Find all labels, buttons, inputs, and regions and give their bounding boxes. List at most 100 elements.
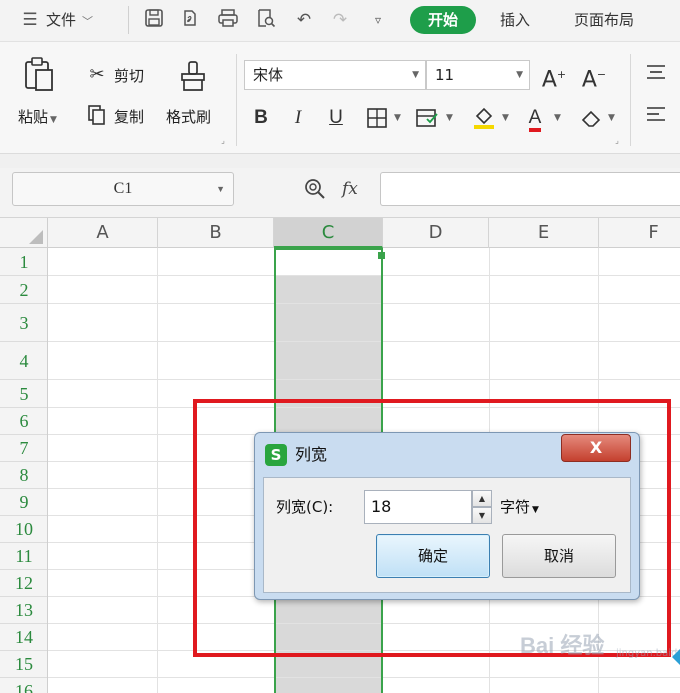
row-header[interactable]: 8	[0, 462, 47, 489]
row-header[interactable]: 2	[0, 276, 47, 304]
export-pdf-icon[interactable]	[178, 8, 202, 32]
paste-label: 粘贴	[18, 108, 49, 126]
underline-icon[interactable]: U	[324, 104, 348, 132]
ribbon-gap	[0, 154, 680, 168]
eraser-icon[interactable]	[578, 104, 604, 132]
copy-button[interactable]: 复制	[114, 106, 144, 127]
unit-value: 字符	[500, 498, 531, 516]
group-separator	[630, 54, 631, 146]
fill-color-icon[interactable]	[470, 104, 498, 132]
file-menu[interactable]: 文件 ﹀	[46, 8, 93, 32]
chevron-down-icon: ▼	[532, 505, 539, 515]
dialog-launcher-icon[interactable]: ⌟	[612, 136, 622, 146]
dialog-body: 列宽(C): 18 ▲ ▼ 字符 ▼ 确定 取消	[263, 477, 631, 593]
font-color-icon[interactable]: A	[522, 104, 548, 132]
column-width-label: 列宽(C):	[276, 498, 334, 516]
row-header[interactable]: 14	[0, 624, 47, 651]
zoom-icon[interactable]	[302, 176, 328, 202]
row-header[interactable]: 3	[0, 304, 47, 342]
row-header[interactable]: 16	[0, 678, 47, 693]
close-button[interactable]: X	[561, 434, 631, 462]
column-header-e[interactable]: E	[489, 218, 599, 248]
redo-icon[interactable]: ↷	[328, 8, 352, 32]
bold-icon[interactable]: B	[250, 104, 272, 132]
column-width-dialog: S 列宽 X 列宽(C): 18 ▲ ▼ 字符 ▼ 确定 取消	[254, 432, 640, 600]
chevron-down-icon: ▼	[516, 70, 523, 80]
cut-button[interactable]: 剪切	[114, 65, 144, 86]
decrease-font-size-icon[interactable]: A−	[580, 60, 608, 92]
fill-handle[interactable]	[378, 252, 385, 259]
align-top-icon[interactable]	[644, 64, 668, 84]
format-painter-button[interactable]: 格式刷	[166, 106, 211, 127]
chevron-down-icon[interactable]: ▼	[502, 104, 509, 132]
fx-icon[interactable]: fx	[342, 176, 370, 202]
row-header[interactable]: 12	[0, 570, 47, 597]
column-header-a[interactable]: A	[48, 218, 158, 248]
name-box[interactable]: C1 ▼	[12, 172, 234, 206]
font-size-value: 11	[435, 66, 455, 84]
customize-icon[interactable]: ▿	[366, 8, 390, 32]
row-header[interactable]: 1	[0, 248, 47, 276]
cancel-button[interactable]: 取消	[502, 534, 616, 578]
increase-font-size-icon[interactable]: A+	[540, 60, 568, 92]
file-menu-label: 文件	[46, 11, 77, 29]
font-size-select[interactable]: 11 ▼	[426, 60, 530, 90]
column-header-c[interactable]: C	[274, 218, 383, 248]
chevron-down-icon[interactable]: ▼	[394, 104, 401, 132]
row-header[interactable]: 10	[0, 516, 47, 543]
row-header[interactable]: 6	[0, 408, 47, 435]
print-preview-icon[interactable]	[254, 8, 278, 32]
paste-button[interactable]: 粘贴 ▼	[18, 106, 57, 127]
row-header[interactable]: 9	[0, 489, 47, 516]
row-header[interactable]: 5	[0, 380, 47, 408]
undo-icon[interactable]: ↶	[292, 8, 316, 32]
column-header-f[interactable]: F	[599, 218, 680, 248]
chevron-down-icon[interactable]: ▼	[216, 173, 225, 205]
cell-reference: C1	[113, 180, 133, 197]
dialog-title: 列宽	[295, 445, 328, 464]
copy-icon[interactable]	[86, 104, 108, 126]
row-header[interactable]: 7	[0, 435, 47, 462]
row-header[interactable]: 13	[0, 597, 47, 624]
scroll-marker-icon	[672, 648, 680, 666]
select-all-corner[interactable]	[0, 218, 48, 248]
border-icon[interactable]	[364, 104, 390, 132]
ok-button[interactable]: 确定	[376, 534, 490, 578]
cell-style-icon[interactable]	[414, 104, 440, 132]
column-width-input[interactable]: 18	[364, 490, 472, 524]
spin-down-button[interactable]: ▼	[472, 507, 492, 524]
column-headers: A B C D E F	[0, 218, 680, 248]
italic-icon[interactable]: I	[288, 104, 308, 132]
unit-select[interactable]: 字符 ▼	[500, 494, 539, 523]
font-name-select[interactable]: 宋体 ▼	[244, 60, 426, 90]
formula-bar: C1 ▼ fx	[0, 168, 680, 218]
chevron-down-icon[interactable]: ▼	[554, 104, 561, 132]
column-header-b[interactable]: B	[158, 218, 274, 248]
watermark-text: Bai 经验	[520, 633, 605, 658]
tab-insert[interactable]: 插入	[500, 8, 530, 32]
paste-icon[interactable]	[22, 56, 56, 92]
grid-line	[157, 248, 158, 693]
row-header[interactable]: 4	[0, 342, 47, 380]
spin-up-button[interactable]: ▲	[472, 490, 492, 507]
menu-icon[interactable]: ☰	[18, 8, 42, 32]
tab-page-layout[interactable]: 页面布局	[574, 8, 634, 32]
print-icon[interactable]	[216, 8, 240, 32]
app-logo-icon: S	[265, 444, 287, 466]
dialog-launcher-icon[interactable]: ⌟	[218, 136, 228, 146]
menu-bar: ☰ 文件 ﹀ ↶ ↷ ▿ 开始 插入 页面布局	[0, 0, 680, 42]
align-left-icon[interactable]	[644, 106, 668, 126]
scissors-icon[interactable]: ✂	[86, 64, 108, 86]
save-icon[interactable]	[142, 8, 166, 32]
ribbon: 粘贴 ▼ ✂ 剪切 复制 格式刷 ⌟ 宋体 ▼ 11 ▼ A+ A− B I U ▼ …	[0, 42, 680, 154]
tab-home[interactable]: 开始	[410, 6, 476, 34]
format-painter-icon[interactable]	[178, 60, 208, 92]
chevron-down-icon[interactable]: ▼	[608, 104, 615, 132]
row-header[interactable]: 15	[0, 651, 47, 678]
row-header[interactable]: 11	[0, 543, 47, 570]
chevron-down-icon: ▼	[50, 115, 57, 125]
font-name-value: 宋体	[253, 66, 284, 84]
formula-input[interactable]	[380, 172, 680, 206]
chevron-down-icon[interactable]: ▼	[446, 104, 453, 132]
column-header-d[interactable]: D	[383, 218, 489, 248]
